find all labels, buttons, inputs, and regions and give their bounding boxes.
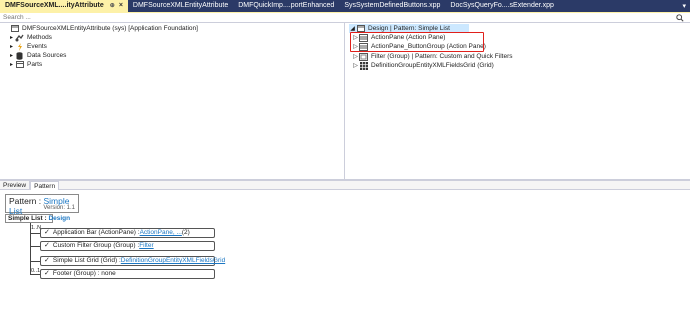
parts-icon (15, 61, 24, 69)
design-link[interactable]: Design (48, 215, 70, 222)
tree-label: DefinitionGroupEntityXMLFieldsGrid (Grid… (371, 62, 494, 69)
checkmark-icon: ✓ (44, 270, 50, 277)
expand-icon[interactable]: ▸ (8, 61, 15, 68)
group-icon (359, 52, 368, 61)
simple-list-node: Simple List : Design (5, 214, 70, 223)
search-input[interactable] (0, 13, 672, 22)
tab-label: Preview (3, 182, 27, 189)
multiplicity-label: 0..1 (31, 268, 41, 274)
pattern-node-custom-filter-group[interactable]: ✓ Custom Filter Group (Group) : Filter (40, 241, 215, 251)
expand-icon[interactable]: ▸ (8, 34, 15, 41)
bottom-tab-strip: Preview Pattern (0, 181, 690, 191)
tree-root-form[interactable]: DMFSourceXMLEntityAttribute (sys) [Appli… (3, 24, 198, 33)
node-link[interactable]: Filter (139, 242, 153, 250)
tree-label: DMFSourceXMLEntityAttribute (sys) [Appli… (22, 25, 198, 32)
pin-icon[interactable]: ⊕ (110, 0, 115, 12)
tab-label: DMFSourceXMLEntityAttribute (132, 2, 229, 9)
tree-label: Events (27, 43, 47, 50)
grid-icon (359, 61, 368, 70)
tab-syssystemdefinedbuttons[interactable]: SysSystemDefinedButtons.xpp (339, 0, 445, 12)
simple-list-label: Simple List : (8, 215, 49, 222)
tab-overflow-dropdown-icon[interactable]: ▾ (682, 2, 686, 10)
tab-dmfquickimp-portenhanced[interactable]: DMFQuickImp....portEnhanced (233, 0, 339, 12)
node-text: Custom Filter Group (Group) : (52, 242, 140, 249)
node-text: Simple List Grid (Grid) : (52, 257, 121, 264)
tree-item-filter[interactable]: ▷ Filter (Group) | Pattern: Custom and Q… (352, 52, 512, 61)
element-tree-pane[interactable] (0, 23, 345, 179)
search-bar (0, 13, 690, 23)
pattern-node-footer[interactable]: ✓ Footer (Group) : none (40, 269, 215, 279)
highlight-annotation-box (350, 32, 484, 52)
tree-item-parts[interactable]: ▸ Parts (8, 60, 42, 69)
form-icon (10, 25, 19, 33)
tree-item-events[interactable]: ▸ Events (8, 42, 47, 51)
expand-icon[interactable]: ▸ (8, 52, 15, 59)
tree-item-data-sources[interactable]: ▸ Data Sources (8, 51, 66, 60)
tree-item-methods[interactable]: ▸ Methods (8, 33, 52, 42)
tree-label: Methods (27, 34, 52, 41)
expand-icon[interactable]: ▸ (8, 43, 15, 50)
document-tab-bar: DMFSourceXML....ityAttribute ⊕ × DMFSour… (0, 0, 690, 12)
tree-item-grid[interactable]: ▷ DefinitionGroupEntityXMLFieldsGrid (Gr… (352, 61, 494, 70)
pattern-header-box: Pattern : Simple List Version: 1.1 (5, 194, 79, 216)
node-suffix: (2) (181, 229, 190, 236)
tab-preview[interactable]: Preview (0, 181, 31, 190)
tab-label: DMFQuickImp....portEnhanced (238, 2, 335, 9)
collapse-icon[interactable]: ◢ (349, 25, 356, 32)
tab-label: DMFSourceXML....ityAttribute (5, 2, 104, 9)
tab-dmfsourcexmlentityattribute[interactable]: DMFSourceXMLEntityAttribute (128, 0, 233, 12)
tree-label: Parts (27, 61, 43, 68)
tab-label: SysSystemDefinedButtons.xpp (344, 2, 441, 9)
pattern-title-prefix: Pattern : (9, 196, 44, 206)
node-link[interactable]: ActionPane, ... (140, 229, 182, 237)
tree-label: Data Sources (27, 52, 67, 59)
node-text: Application Bar (ActionPane) : (52, 229, 140, 236)
tab-dmfsourcexml-ityattribute[interactable]: DMFSourceXML....ityAttribute ⊕ × (0, 0, 128, 12)
checkmark-icon: ✓ (44, 257, 50, 264)
search-icon[interactable] (675, 13, 685, 22)
tree-label: Filter (Group) | Pattern: Custom and Qui… (371, 53, 513, 60)
node-link[interactable]: DefinitionGroupEntityXMLFieldsGrid (121, 257, 225, 265)
tree-label: Design | Pattern: Simple List (368, 25, 450, 32)
tab-label: DocSysQueryFo....sExtender.xpp (450, 2, 554, 9)
methods-icon (15, 34, 24, 42)
node-text: Footer (Group) : none (52, 270, 116, 277)
pattern-node-simple-list-grid[interactable]: ✓ Simple List Grid (Grid) : DefinitionGr… (40, 256, 225, 266)
expand-icon[interactable]: ▷ (352, 62, 359, 69)
close-icon[interactable]: × (119, 0, 123, 12)
expand-icon[interactable]: ▷ (352, 53, 359, 60)
checkmark-icon: ✓ (44, 229, 50, 236)
events-icon (15, 42, 24, 51)
tab-docsysqueryfo-sextender[interactable]: DocSysQueryFo....sExtender.xpp (445, 0, 559, 12)
tab-label: Pattern (34, 183, 56, 190)
pattern-node-application-bar[interactable]: ✓ Application Bar (ActionPane) : ActionP… (40, 228, 215, 238)
pattern-version: Version: 1.1 (43, 205, 75, 211)
checkmark-icon: ✓ (44, 242, 50, 249)
datasource-icon (15, 51, 24, 60)
